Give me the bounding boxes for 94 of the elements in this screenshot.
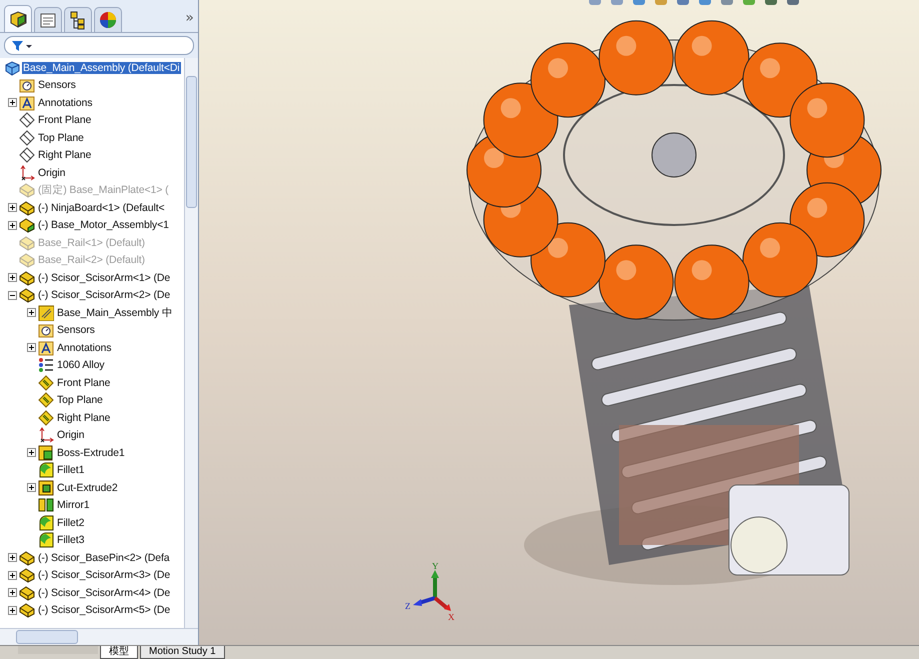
tree-item[interactable]: Annotations bbox=[37, 96, 94, 109]
model-tab[interactable]: 模型 bbox=[100, 646, 138, 659]
part-icon bbox=[19, 234, 35, 251]
part-icon bbox=[19, 567, 35, 584]
annotation-folder-icon bbox=[19, 94, 35, 111]
part-icon bbox=[19, 287, 35, 304]
plane-icon bbox=[38, 374, 54, 391]
model-tab[interactable]: Motion Study 1 bbox=[140, 646, 225, 659]
expand-toggle-icon[interactable] bbox=[8, 220, 17, 230]
filter-field[interactable] bbox=[4, 36, 194, 55]
tree-item[interactable]: 1060 Alloy bbox=[56, 359, 106, 372]
filter-icon[interactable] bbox=[11, 40, 33, 52]
tree-item[interactable]: Cut-Extrude2 bbox=[56, 482, 119, 494]
tree-item[interactable]: Boss-Extrude1 bbox=[56, 446, 126, 459]
part-icon bbox=[19, 270, 35, 286]
tree-item[interactable]: Origin bbox=[37, 166, 66, 179]
panel-tab[interactable] bbox=[34, 7, 62, 32]
expand-toggle-icon[interactable] bbox=[8, 273, 17, 282]
tree-item[interactable]: (-) NinjaBoard<1> (Default< bbox=[37, 202, 166, 214]
y-axis-arrow bbox=[431, 570, 439, 598]
expand-toggle-icon[interactable] bbox=[8, 553, 17, 562]
panel-tab[interactable] bbox=[94, 7, 122, 32]
tree-item[interactable]: (-) Scisor_ScisorArm<3> (De bbox=[37, 569, 172, 582]
feature-tree-icon bbox=[8, 9, 28, 29]
tree-item[interactable]: (-) Base_Motor_Assembly<1 bbox=[37, 219, 170, 232]
z-axis-arrow bbox=[413, 596, 436, 606]
vertical-scrollbar[interactable] bbox=[184, 58, 198, 628]
origin-icon bbox=[19, 164, 35, 181]
part-icon bbox=[19, 252, 35, 268]
tree-item[interactable]: (-) Scisor_ScisorArm<1> (De bbox=[37, 272, 172, 284]
expand-toggle-icon[interactable] bbox=[8, 98, 17, 108]
fillet-icon bbox=[38, 532, 54, 548]
expand-button[interactable]: » bbox=[185, 10, 194, 26]
sensor-folder-icon bbox=[38, 322, 54, 338]
tree-item[interactable]: Sensors bbox=[56, 324, 96, 336]
expand-toggle-icon[interactable] bbox=[27, 308, 36, 318]
part-icon bbox=[19, 602, 35, 618]
panel-tab[interactable] bbox=[4, 5, 32, 32]
tree-item[interactable]: Base_Main_Assembly (Default<Di bbox=[22, 62, 181, 74]
subassembly-icon bbox=[19, 217, 35, 234]
cut-extrude-icon bbox=[38, 480, 54, 496]
expand-toggle-icon[interactable] bbox=[27, 483, 36, 492]
tree-item[interactable]: (-) Scisor_ScisorArm<2> (De bbox=[37, 289, 172, 302]
tree-item[interactable]: (-) Scisor_ScisorArm<4> (De bbox=[37, 586, 172, 599]
tree-item[interactable]: Base_Main_Assembly 中 bbox=[56, 306, 174, 320]
plane-icon bbox=[19, 130, 35, 146]
panel-tab[interactable] bbox=[64, 7, 92, 32]
part-icon bbox=[19, 200, 35, 216]
extrude-icon bbox=[38, 444, 54, 461]
tree-item[interactable]: Fillet1 bbox=[56, 464, 86, 476]
sensor-folder-icon bbox=[19, 77, 35, 94]
tree-item[interactable]: Fillet3 bbox=[56, 534, 86, 546]
fillet-icon bbox=[38, 462, 54, 478]
tree-item[interactable]: Sensors bbox=[37, 79, 77, 92]
plane-icon bbox=[19, 112, 35, 128]
tree-item[interactable]: Right Plane bbox=[56, 412, 112, 424]
expand-toggle-icon[interactable] bbox=[8, 203, 17, 212]
mirror-icon bbox=[38, 497, 54, 514]
tree-item[interactable]: Top Plane bbox=[56, 394, 104, 406]
part-icon bbox=[19, 584, 35, 601]
tree-item[interactable]: (-) Scisor_BasePin<2> (Defa bbox=[37, 552, 171, 564]
history-folder-icon bbox=[38, 304, 54, 321]
assembly-icon bbox=[4, 60, 20, 76]
x-axis-arrow bbox=[434, 596, 451, 611]
fillet-icon bbox=[38, 514, 54, 531]
expand-toggle-icon[interactable] bbox=[8, 588, 17, 598]
color-wheel-icon bbox=[98, 10, 118, 30]
collapse-toggle-icon[interactable] bbox=[8, 290, 17, 300]
annotation-folder-icon bbox=[38, 340, 54, 356]
tree-item[interactable]: Mirror1 bbox=[56, 499, 91, 512]
tree-item[interactable]: Top Plane bbox=[37, 132, 85, 144]
tree-item[interactable]: Origin bbox=[56, 429, 86, 442]
plane-icon bbox=[38, 410, 54, 426]
x-axis-label: X bbox=[448, 612, 454, 620]
tree-item[interactable]: Front Plane bbox=[37, 114, 92, 126]
plane-icon bbox=[38, 392, 54, 408]
material-icon bbox=[38, 357, 54, 374]
plane-icon bbox=[19, 147, 35, 164]
origin-icon bbox=[38, 427, 54, 444]
y-axis-label: Y bbox=[432, 561, 438, 571]
tree-item[interactable]: Front Plane bbox=[56, 376, 112, 389]
graphics-viewport[interactable]: Y Z X bbox=[199, 0, 919, 645]
z-axis-label: Z bbox=[405, 601, 410, 611]
part-icon bbox=[19, 182, 35, 198]
tree-item[interactable]: Annotations bbox=[56, 342, 112, 354]
tree-item[interactable]: Fillet2 bbox=[56, 516, 86, 529]
expand-toggle-icon[interactable] bbox=[27, 343, 36, 352]
part-icon bbox=[19, 550, 35, 566]
tree-item[interactable]: Right Plane bbox=[37, 149, 92, 162]
expand-toggle-icon[interactable] bbox=[27, 448, 36, 458]
expand-toggle-icon[interactable] bbox=[8, 606, 17, 615]
expand-toggle-icon[interactable] bbox=[8, 570, 17, 580]
tree-item[interactable]: (-) Scisor_ScisorArm<5> (De bbox=[37, 604, 172, 616]
horizontal-scrollbar[interactable] bbox=[0, 628, 198, 645]
